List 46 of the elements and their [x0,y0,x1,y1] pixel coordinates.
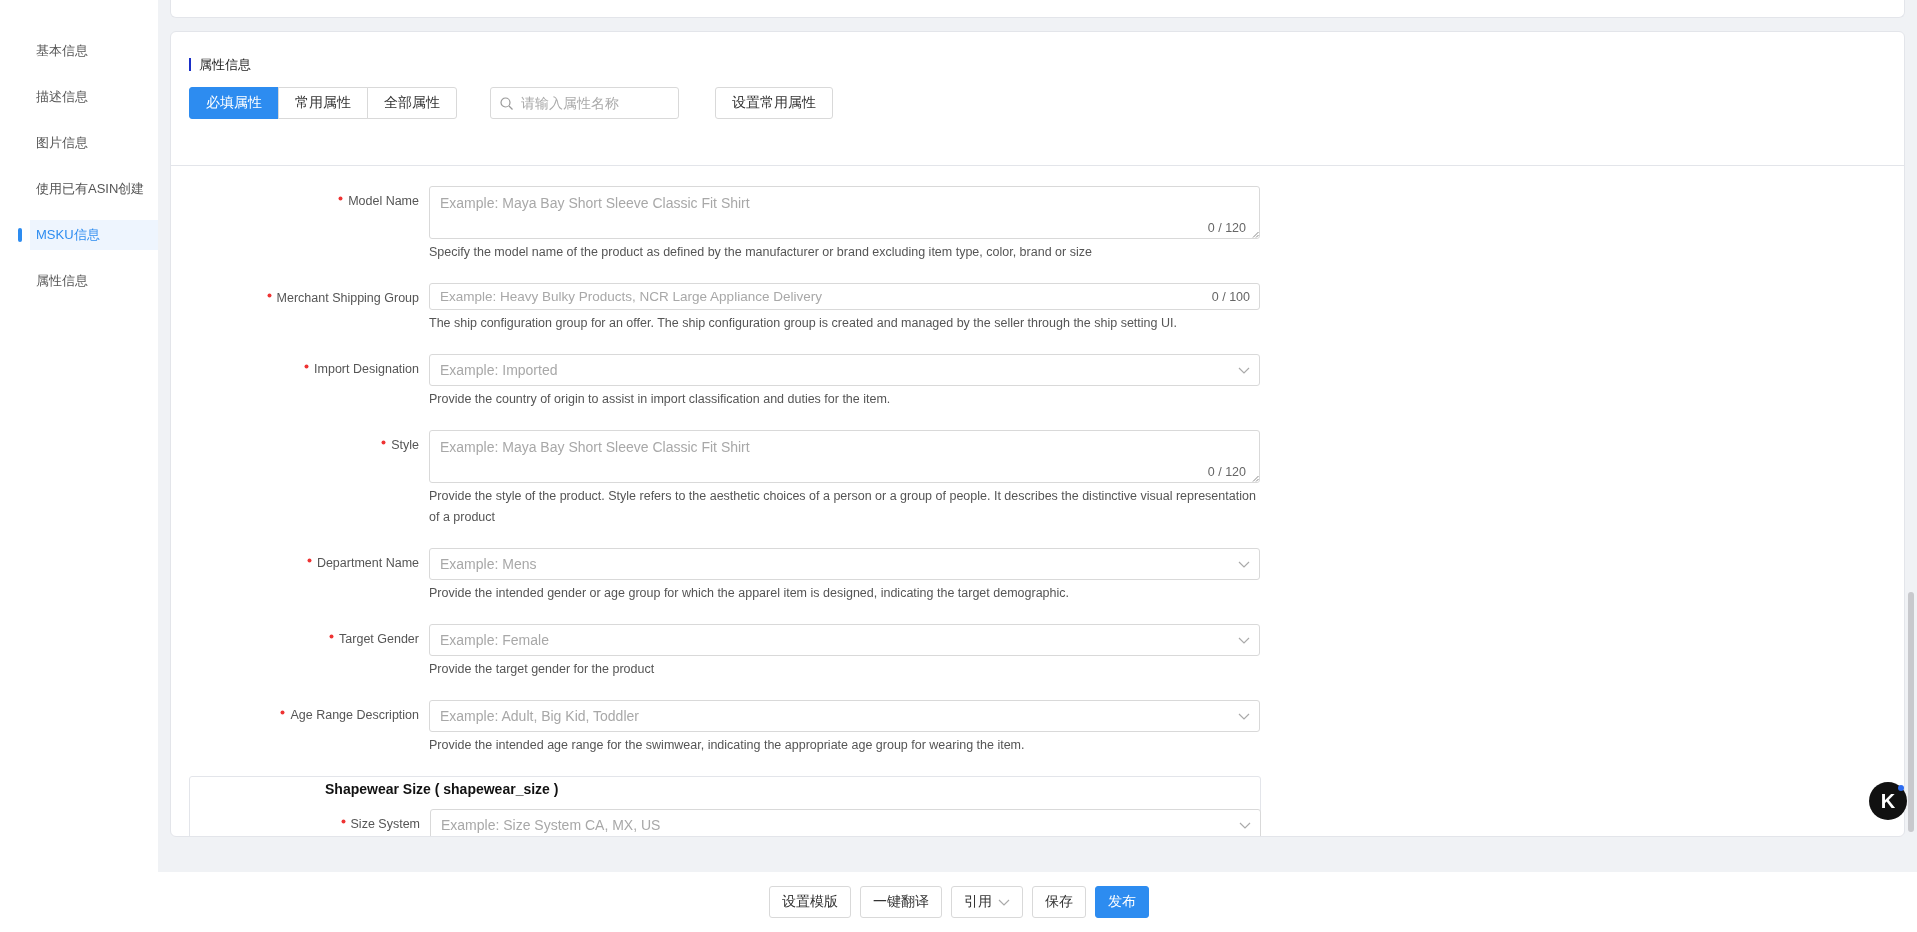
field-label: Style [391,438,419,452]
help-text: Provide the style of the product. Style refers to the aesthetic choices of a person or a group of people. It describes the distinctive visual representation of a product [429,488,1257,526]
field-label: Merchant Shipping Group [276,291,419,305]
sidebar-item[interactable]: 使用已有ASIN创建 [30,174,158,204]
help-text: Provide the target gender for the product [429,661,656,678]
sidebar-item[interactable]: 基本信息 [30,36,158,66]
sidebar-item[interactable]: 图片信息 [30,128,158,158]
help-text: Provide the country of origin to assist in import classification and duties for the item. [429,391,892,408]
help-text: Specify the model name of the product as defined by the manufacturer or brand excluding item type, color, brand or size [429,244,1093,261]
chevron-down-icon [1238,367,1250,374]
char-counter: 0 / 120 [1207,221,1246,235]
select-field[interactable]: Example: Adult, Big Kid, Toddler [429,700,1260,732]
help-text: The ship configuration group for an offer. The ship configuration group is created and managed by the seller through the ship setting UI. [429,315,1178,332]
chevron-down-icon [1238,637,1250,644]
field-label: Model Name [348,194,419,208]
group-title: Shapewear Size ( shapewear_size ) [324,781,560,797]
field-label: Target Gender [339,632,419,646]
sidebar-item[interactable]: 描述信息 [30,82,158,112]
resize-handle-icon [1252,475,1259,482]
field-label: Import Designation [314,362,419,376]
field-label: Age Range Description [290,708,419,722]
help-text: Provide the intended age range for the swimwear, indicating the appropriate age group for wearing the item. [429,737,1026,754]
char-counter: 0 / 120 [1207,465,1246,479]
tab[interactable]: 常用属性 [278,87,368,119]
chevron-down-icon [997,898,1010,906]
char-counter: 0 / 100 [1211,290,1250,304]
footer-button[interactable]: 保存 [1031,886,1086,918]
sidebar-item[interactable]: 属性信息 [30,266,158,296]
select-field[interactable]: Example: Imported [429,354,1260,386]
field-label: Department Name [316,556,419,570]
chevron-down-icon [1238,713,1250,720]
chevron-down-icon [1238,561,1250,568]
resize-handle-icon [1252,231,1259,238]
field-label: Size System [350,817,420,831]
footer-button[interactable]: 引用 [950,886,1023,918]
footer-button[interactable]: 一键翻译 [859,886,942,918]
help-text: Provide the intended gender or age group for which the apparel item is designed, indicating the target demographic. [429,585,1070,602]
search-input[interactable]: 请输入属性名称 [490,87,679,119]
tab[interactable]: 全部属性 [367,87,457,119]
chevron-down-icon [1239,822,1251,829]
section-title: 属性信息 [189,58,1886,71]
select-field[interactable]: Example: Mens [429,548,1260,580]
settings-button[interactable]: 设置常用属性 [715,87,833,119]
select-field[interactable]: Example: Female [429,624,1260,656]
select-field[interactable]: Example: Size System CA, MX, US [430,809,1261,836]
footer-button[interactable]: 设置模版 [768,886,851,918]
